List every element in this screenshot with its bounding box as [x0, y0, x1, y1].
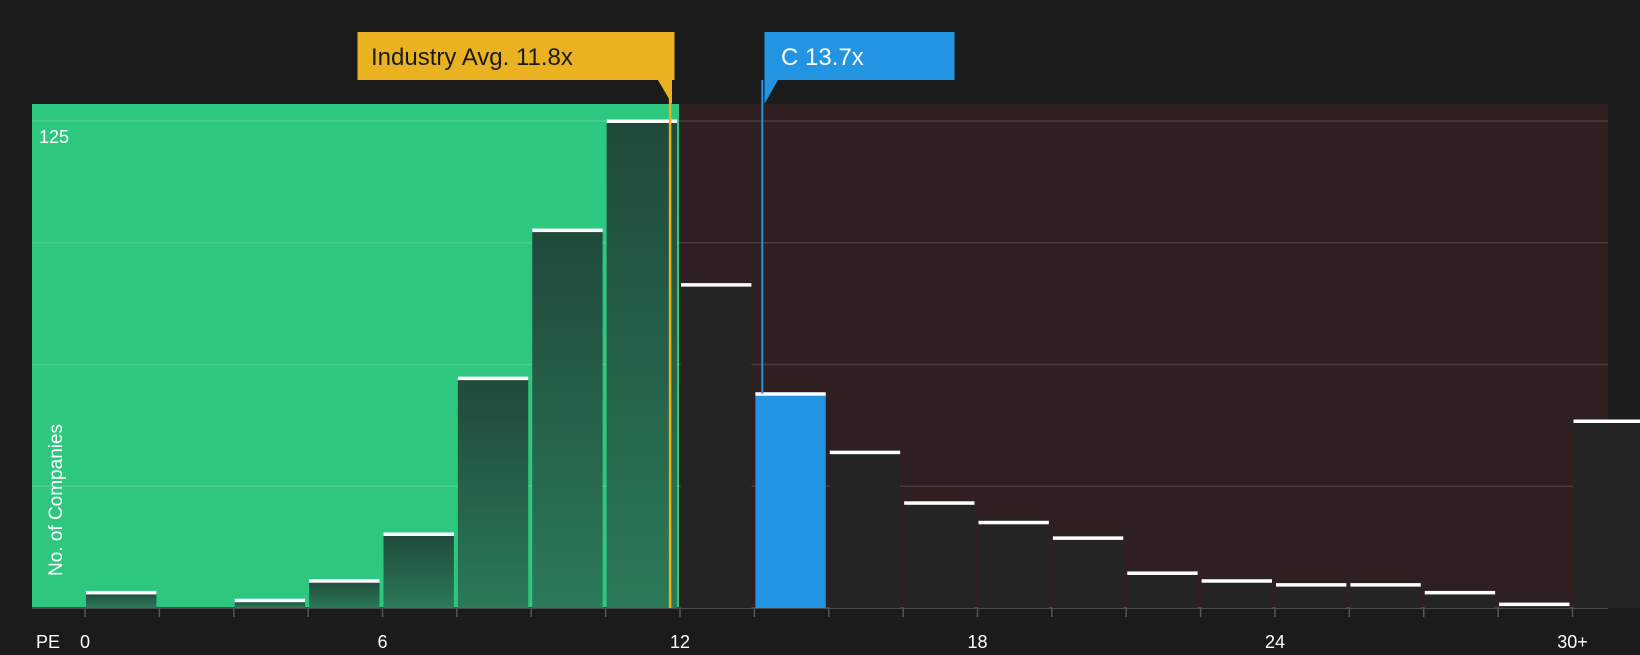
x-tick-label-5: 30+ — [1557, 632, 1588, 650]
industry-avg-callout-label: Industry Avg. 11.8x — [371, 44, 573, 71]
bar-9 — [755, 394, 825, 608]
pe-distribution-chart: 0 6 12 18 24 30+ 125 No. of Companies PE Indu… — [0, 0, 1640, 650]
bar-cap-14 — [1127, 571, 1197, 575]
bar-cap-8 — [681, 283, 751, 287]
bar-cap-7 — [607, 120, 677, 124]
chart-svg: 0 6 12 18 24 30+ 125 No. of Companies PE Indu… — [0, 0, 1640, 650]
bar-cap-3 — [309, 579, 379, 583]
bar-14 — [1127, 573, 1197, 608]
bar-cap-13 — [1053, 536, 1123, 540]
bar-cap-0 — [86, 591, 156, 595]
bar-20 — [1574, 421, 1640, 608]
bar-cap-16 — [1276, 583, 1346, 587]
bar-17 — [1350, 585, 1420, 608]
bar-5 — [458, 378, 528, 608]
bar-cap-19 — [1499, 603, 1569, 607]
x-axis-label: PE — [36, 632, 60, 650]
bar-7 — [607, 121, 677, 608]
bar-cap-12 — [979, 521, 1049, 525]
bar-18 — [1425, 592, 1495, 608]
x-tick-label-3: 18 — [967, 632, 987, 650]
bar-cap-15 — [1202, 579, 1272, 583]
bar-16 — [1276, 585, 1346, 608]
bar-cap-10 — [830, 451, 900, 455]
y-axis-label: No. of Companies — [46, 424, 67, 576]
bar-6 — [532, 230, 602, 608]
bar-cap-6 — [532, 229, 602, 233]
bar-cap-17 — [1350, 583, 1420, 587]
bar-12 — [979, 522, 1049, 608]
x-tick-label-4: 24 — [1265, 632, 1285, 650]
bar-8 — [681, 285, 751, 608]
bar-15 — [1202, 581, 1272, 608]
bar-cap-18 — [1425, 591, 1495, 595]
company-callout-label: C 13.7x — [781, 44, 864, 71]
bar-3 — [309, 581, 379, 608]
bar-cap-2 — [235, 599, 305, 603]
bar-cap-20 — [1574, 419, 1640, 423]
bar-4 — [384, 534, 454, 608]
bar-cap-4 — [384, 532, 454, 536]
y-tick-label-125: 125 — [39, 127, 69, 147]
bar-0 — [86, 592, 156, 608]
x-tick-label-0: 0 — [80, 632, 90, 650]
bar-cap-9 — [755, 392, 825, 396]
bar-13 — [1053, 538, 1123, 608]
bar-cap-11 — [904, 501, 974, 505]
x-tick-label-2: 12 — [670, 632, 690, 650]
bar-10 — [830, 452, 900, 608]
x-tick-label-1: 6 — [377, 632, 387, 650]
bar-cap-5 — [458, 377, 528, 381]
bar-11 — [904, 503, 974, 608]
